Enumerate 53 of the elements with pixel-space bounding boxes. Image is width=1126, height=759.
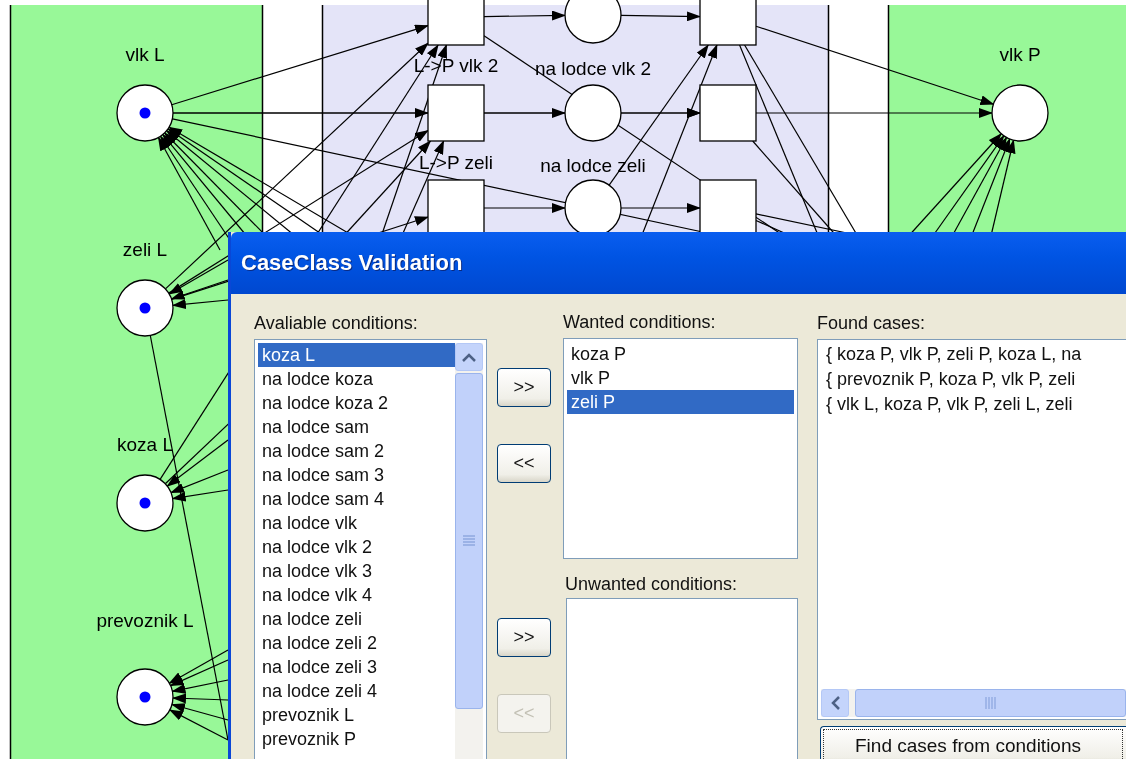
list-item[interactable]: na lodce koza 2	[258, 391, 455, 415]
node-label: na lodce vlk 2	[534, 58, 652, 79]
list-item[interactable]: na lodce vlk	[258, 511, 455, 535]
list-item[interactable]: na lodce sam 2	[258, 439, 455, 463]
list-item[interactable]: na lodce vlk 2	[258, 535, 455, 559]
list-label: Found cases:	[817, 312, 927, 335]
list-item[interactable]: na lodce vlk 4	[258, 583, 455, 607]
dialog-title: CaseClass Validation	[241, 250, 463, 276]
transition-node	[427, 84, 485, 142]
list-item[interactable]: koza P	[567, 342, 794, 366]
scroll-left-button[interactable]	[821, 689, 849, 717]
add-button[interactable]: >>	[497, 368, 551, 407]
find-cases-button[interactable]: Find cases from conditions	[820, 726, 1126, 759]
list-item[interactable]: na lodce zeli 4	[258, 679, 455, 703]
transition-node	[699, 84, 757, 142]
list-label: Avaliable conditions:	[254, 312, 419, 335]
transition-node	[427, 0, 485, 46]
case-entry[interactable]: { vlk L, koza P, vlk P, zeli L, zeli	[826, 392, 1126, 417]
list-label: Wanted conditions:	[563, 311, 717, 334]
list-item[interactable]: zeli P	[567, 390, 794, 414]
transition-node	[699, 0, 757, 46]
list-item[interactable]: na lodce koza	[258, 367, 455, 391]
scrollbar-thumb[interactable]	[455, 373, 483, 709]
chevron-up-icon	[462, 352, 476, 362]
add-button[interactable]: >>	[497, 618, 551, 657]
node-label: zeli L	[122, 239, 168, 260]
list-item[interactable]: na lodce zeli 2	[258, 631, 455, 655]
chevron-left-icon	[830, 696, 840, 710]
found-cases-list[interactable]: { koza P, vlk P, zeli P, koza L, na { prevoznik P, koza P, vlk P, zeli { vlk L, koza P, vlk P, zeli L, zeli	[817, 339, 1126, 720]
node-label: vlk P	[999, 44, 1041, 65]
grip-icon	[983, 697, 998, 709]
list-item[interactable]: na lodce sam	[258, 415, 455, 439]
available-list[interactable]	[254, 339, 487, 759]
node-label: prevoznik L	[96, 610, 194, 631]
node-label: vlk L	[125, 44, 165, 65]
grip-icon	[463, 534, 475, 548]
remove-button[interactable]: <<	[497, 444, 551, 483]
list-item[interactable]: na lodce zeli	[258, 607, 455, 631]
scroll-up-button[interactable]	[455, 343, 483, 371]
list-item[interactable]: na lodce vlk 3	[258, 559, 455, 583]
list-item[interactable]: na lodce zeli 3	[258, 655, 455, 679]
unwanted-list[interactable]	[566, 598, 798, 759]
vertical-scrollbar[interactable]	[455, 343, 483, 759]
list-item[interactable]: na lodce sam 3	[258, 463, 455, 487]
list-item[interactable]: prevoznik L	[258, 703, 455, 727]
list-item[interactable]: koza L	[258, 343, 455, 367]
case-entry[interactable]: { prevoznik P, koza P, vlk P, zeli	[826, 367, 1126, 392]
wanted-list[interactable]: koza P vlk P zeli P	[563, 338, 798, 559]
list-item[interactable]: na lodce sam 4	[258, 487, 455, 511]
list-item[interactable]: vlk P	[567, 366, 794, 390]
list-label: Unwanted conditions:	[565, 573, 739, 596]
list-item[interactable]: prevoznik P	[258, 727, 455, 751]
case-entry[interactable]: { koza P, vlk P, zeli P, koza L, na	[826, 342, 1126, 367]
